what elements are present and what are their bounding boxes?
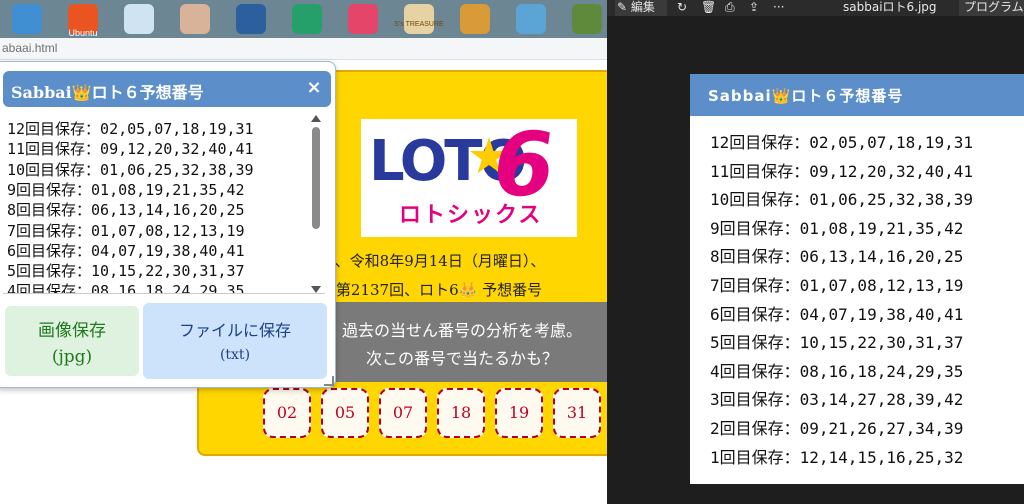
delete-icon[interactable]: 🗑 <box>701 0 716 16</box>
ubuntu-icon[interactable]: Ubuntu <box>56 0 110 38</box>
landscape-icon-glyph <box>572 4 602 34</box>
more-icon[interactable]: ··· <box>773 0 784 16</box>
loto6-logo: LOTO 6 ロトシックス <box>361 113 577 237</box>
rotate-icon[interactable]: ↻ <box>677 0 687 16</box>
save-image-label: 画像保存 <box>38 321 106 341</box>
treasure-icon-glyph <box>404 4 434 34</box>
list-item: 9回目保存：01,08,19,21,35,42 <box>710 218 964 238</box>
list-item: 5回目保存：10,15,22,30,31,37 <box>7 262 245 281</box>
list-item: 8回目保存：06,13,14,16,20,25 <box>7 201 245 220</box>
close-icon[interactable]: × <box>303 77 325 99</box>
save-file-format: (txt) <box>219 347 251 363</box>
number-ball: 31 <box>553 388 601 438</box>
saved-image-header: Sabbai👑ロト６予想番号 <box>690 74 1024 116</box>
folder-icon-glyph <box>12 4 42 34</box>
desktop-taskbar: Ubuntu S's TREASURE <box>0 0 607 38</box>
disc-icon-glyph <box>236 4 266 34</box>
list-scrollbar[interactable] <box>309 114 323 296</box>
list-item: 10回目保存：01,06,25,32,38,39 <box>7 160 254 179</box>
number-ball: 19 <box>495 388 543 438</box>
list-item: 11回目保存：09,12,20,32,40,41 <box>7 140 254 159</box>
number-ball: 02 <box>263 388 311 438</box>
recycle-bin-icon-glyph <box>124 4 154 34</box>
url-text: abaai.html <box>2 41 58 55</box>
notebook-icon-glyph <box>516 4 546 34</box>
image-viewer: ✎ 編集 ↻ 🗑 ⎙ ⇪ ··· sabbaiロト6.jpg プログラムか Sa… <box>607 0 1024 504</box>
predicted-numbers: 02 05 07 18 19 31 <box>263 388 611 440</box>
taskbar-label: Ubuntu <box>68 28 98 38</box>
image-filename: sabbaiロト6.jpg <box>843 0 937 14</box>
dragon-icon[interactable] <box>448 0 502 38</box>
treasure-icon[interactable]: S's TREASURE <box>392 0 446 38</box>
download-folder-icon[interactable] <box>280 0 334 38</box>
list-item: 6回目保存：04,07,19,38,40,41 <box>7 241 245 260</box>
list-item: 3回目保存：03,14,27,28,39,42 <box>710 390 964 410</box>
scroll-thumb[interactable] <box>312 127 320 229</box>
list-item: 7回目保存：01,07,08,12,13,19 <box>710 276 964 295</box>
dragon-icon-glyph <box>460 4 490 34</box>
list-item: 5回目保存：10,15,22,30,31,37 <box>710 333 964 353</box>
download-folder-icon-glyph <box>292 4 322 34</box>
gift-icon-glyph <box>348 4 378 34</box>
save-image-format: (jpg) <box>51 347 93 367</box>
saved-predictions-list[interactable]: 12回目保存：02,05,07,18,19,31 11回目保存：09,12,20,… <box>3 114 325 294</box>
list-item: 11回目保存：09,12,20,32,40,41 <box>710 161 974 181</box>
profile-photo-icon[interactable] <box>168 0 222 38</box>
print-icon[interactable]: ⎙ <box>725 0 735 16</box>
save-image-button[interactable]: 画像保存 (jpg) <box>5 306 139 376</box>
gift-icon[interactable] <box>336 0 390 38</box>
list-item: 7回目保存：01,07,08,12,13,19 <box>7 221 245 240</box>
disc-icon[interactable] <box>224 0 278 38</box>
scroll-up-arrow-icon[interactable] <box>311 115 321 122</box>
popup-title: Sabbai👑ロト６予想番号 <box>11 83 204 102</box>
folder-icon[interactable] <box>0 0 54 38</box>
share-icon[interactable]: ⇪ <box>749 0 759 16</box>
profile-photo-icon-glyph <box>180 4 210 34</box>
list-item: 4回目保存：08,16,18,24,29,35 <box>710 361 964 381</box>
edit-icon: ✎ <box>617 0 628 14</box>
list-item: 12回目保存：02,05,07,18,19,31 <box>710 133 974 152</box>
number-ball: 07 <box>379 388 427 438</box>
recycle-bin-icon[interactable] <box>112 0 166 38</box>
treasure-label: S's TREASURE <box>394 21 444 28</box>
logo-katakana: ロトシックス <box>399 203 543 228</box>
save-file-label: ファイルに保存 <box>178 321 291 340</box>
saved-image-title: Sabbai👑ロト６予想番号 <box>708 87 904 105</box>
save-file-button[interactable]: ファイルに保存 (txt) <box>143 303 327 379</box>
notebook-icon[interactable] <box>504 0 558 38</box>
viewer-toolbar: ✎ 編集 ↻ 🗑 ⎙ ⇪ ··· sabbaiロト6.jpg プログラムか <box>607 0 1024 16</box>
landscape-icon[interactable] <box>560 0 607 38</box>
list-item: 10回目保存：01,06,25,32,38,39 <box>710 190 974 210</box>
saved-image: Sabbai👑ロト６予想番号 12回目保存：02,05,07,18,19,31 1… <box>690 74 1024 484</box>
edit-button[interactable]: ✎ 編集 <box>615 0 667 16</box>
number-ball: 18 <box>437 388 485 438</box>
list-item: 12回目保存：02,05,07,18,19,31 <box>7 120 254 138</box>
scroll-down-arrow-icon[interactable] <box>311 286 321 293</box>
address-bar[interactable]: abaai.html <box>0 38 607 60</box>
list-item: 2回目保存：09,21,26,27,34,39 <box>710 419 964 438</box>
list-item: 8回目保存：06,13,14,16,20,25 <box>710 247 964 267</box>
resize-grip-icon[interactable] <box>324 376 334 386</box>
prediction-popup: Sabbai👑ロト６予想番号 × 12回目保存：02,05,07,18,19,3… <box>0 61 336 388</box>
open-with-program-button[interactable]: プログラムか <box>959 0 1024 16</box>
list-item: 9回目保存：01,08,19,21,35,42 <box>7 180 245 199</box>
list-item: 6回目保存：04,07,19,38,40,41 <box>710 304 964 324</box>
list-item: 4回目保存：08,16,18,24,29,35 <box>7 282 245 294</box>
edit-label: 編集 <box>630 0 655 14</box>
popup-header: Sabbai👑ロト６予想番号 × <box>3 71 331 107</box>
list-item: 1回目保存：12,14,15,16,25,32 <box>710 447 964 467</box>
number-ball: 05 <box>321 388 369 438</box>
